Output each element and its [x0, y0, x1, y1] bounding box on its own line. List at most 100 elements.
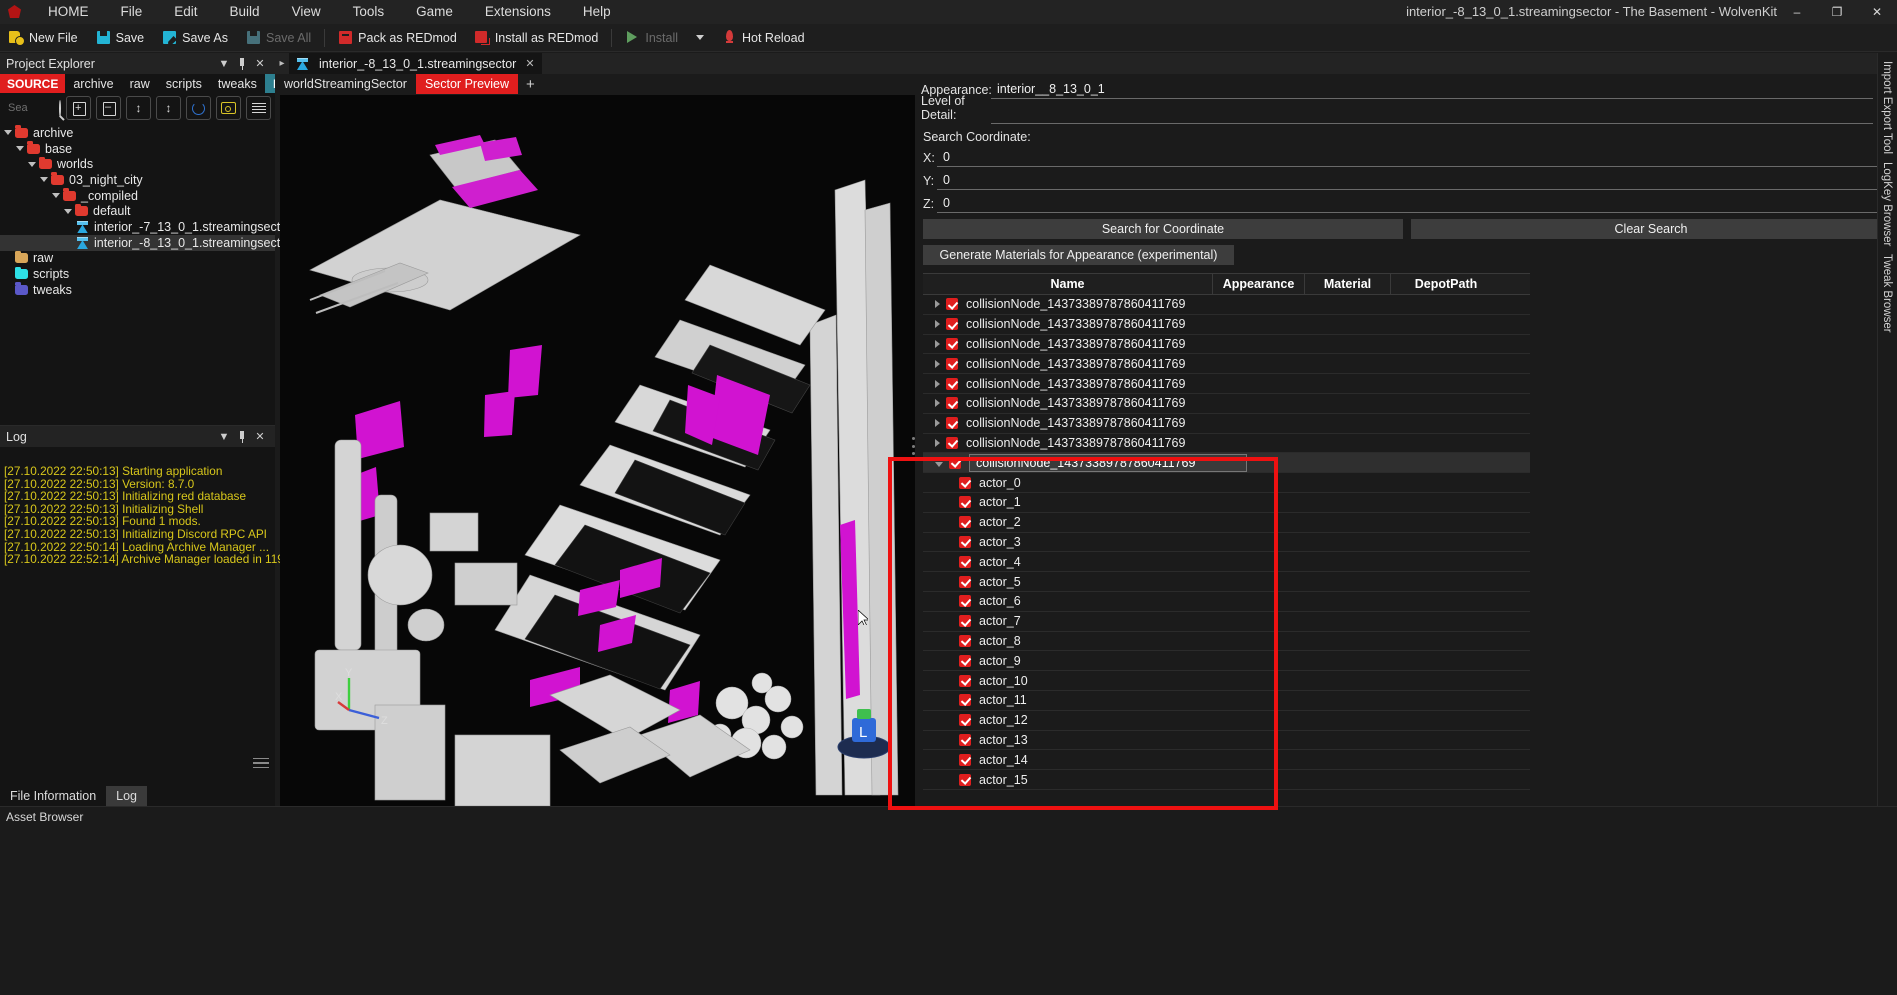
clear-search-button[interactable]: Clear Search [1411, 219, 1891, 239]
column-header-depotpath[interactable]: DepotPath [1391, 273, 1501, 295]
actor-row[interactable]: actor_5 [923, 572, 1530, 592]
maximize-icon[interactable]: ❐ [1817, 0, 1857, 24]
expand-chevron-icon[interactable] [52, 193, 60, 199]
chevron-right-icon[interactable] [935, 379, 940, 388]
dock-item-import-export-tool[interactable]: Import Export Tool [1881, 61, 1893, 154]
sort-descending-button[interactable]: ↕ [156, 96, 181, 120]
panel-menu-chevron-icon[interactable]: ▼ [215, 55, 233, 73]
actor-row[interactable]: actor_15 [923, 770, 1530, 790]
tab-scroll-left-icon[interactable]: ▸ [275, 58, 289, 69]
collision-node-row[interactable]: collisionNode_14373389787860411769 [923, 315, 1530, 335]
node-checkbox[interactable] [959, 714, 971, 727]
search-for-coordinate-button[interactable]: Search for Coordinate [923, 219, 1403, 239]
collapse-all-button[interactable] [96, 96, 121, 120]
node-checkbox[interactable] [959, 654, 971, 667]
generate-materials-button[interactable]: Generate Materials for Appearance (exper… [923, 245, 1234, 265]
column-header-appearance[interactable]: Appearance [1213, 273, 1305, 295]
column-header-name[interactable]: Name [923, 273, 1213, 295]
menu-item-home[interactable]: HOME [32, 0, 105, 24]
tab-archive[interactable]: archive [65, 74, 121, 93]
add-tab-button[interactable]: + [518, 74, 543, 94]
node-name-input[interactable]: collisionNode_14373389787860411769 [969, 453, 1247, 472]
node-checkbox[interactable] [946, 318, 958, 331]
chevron-down-icon[interactable] [935, 461, 943, 467]
tree-item[interactable]: tweaks [0, 282, 275, 298]
close-icon[interactable]: ✕ [1857, 0, 1897, 24]
actor-row[interactable]: actor_6 [923, 592, 1530, 612]
tab-sector-preview[interactable]: Sector Preview [415, 74, 519, 94]
tab-scripts[interactable]: scripts [158, 74, 210, 93]
node-checkbox[interactable] [959, 476, 971, 489]
splitter-grip-icon[interactable] [912, 437, 917, 455]
actor-row[interactable]: actor_14 [923, 750, 1530, 771]
node-checkbox[interactable] [959, 516, 971, 529]
refresh-button[interactable] [186, 96, 211, 120]
pack-as-redmod-button[interactable]: Pack as REDmod [329, 24, 466, 52]
actor-row[interactable]: actor_0 [923, 473, 1530, 493]
node-checkbox[interactable] [946, 357, 958, 370]
node-checkbox[interactable] [949, 456, 961, 469]
menu-item-view[interactable]: View [276, 0, 337, 24]
node-checkbox[interactable] [959, 595, 971, 608]
chevron-right-icon[interactable] [935, 399, 940, 408]
tree-item[interactable]: raw [0, 250, 275, 267]
node-checkbox[interactable] [946, 377, 958, 390]
node-checkbox[interactable] [959, 753, 971, 766]
actor-row[interactable]: actor_13 [923, 731, 1530, 751]
tree-item[interactable]: default [0, 203, 275, 219]
menu-item-game[interactable]: Game [400, 0, 469, 24]
node-checkbox[interactable] [946, 397, 958, 410]
node-checkbox[interactable] [946, 298, 958, 311]
actor-row[interactable]: actor_4 [923, 552, 1530, 573]
expand-all-button[interactable] [66, 96, 91, 120]
collision-node-row[interactable]: collisionNode_14373389787860411769 [923, 295, 1530, 315]
coordinate-x-input[interactable]: 0 [937, 150, 1891, 167]
node-checkbox[interactable] [959, 773, 971, 786]
actor-row[interactable]: actor_2 [923, 513, 1530, 533]
collision-node-row[interactable]: collisionNode_14373389787860411769 [923, 434, 1530, 454]
expand-chevron-icon[interactable] [64, 208, 72, 214]
install-as-redmod-button[interactable]: Install as REDmod [466, 24, 608, 52]
node-checkbox[interactable] [959, 496, 971, 509]
node-checkbox[interactable] [959, 555, 971, 568]
expand-chevron-icon[interactable] [16, 146, 24, 152]
log-menu-chevron-icon[interactable]: ▼ [215, 428, 233, 446]
actor-row[interactable]: actor_1 [923, 493, 1530, 513]
node-checkbox[interactable] [946, 337, 958, 350]
collision-node-row[interactable]: collisionNode_14373389787860411769 [923, 453, 1530, 474]
menu-bar[interactable]: HOME File Edit Build View Tools Game Ext… [32, 0, 627, 24]
node-checkbox[interactable] [959, 634, 971, 647]
node-checkbox[interactable] [959, 674, 971, 687]
menu-item-file[interactable]: File [105, 0, 159, 24]
actor-row[interactable]: actor_11 [923, 691, 1530, 711]
collision-node-row[interactable]: collisionNode_14373389787860411769 [923, 354, 1530, 375]
chevron-right-icon[interactable] [935, 419, 940, 428]
collision-node-row[interactable]: collisionNode_14373389787860411769 [923, 374, 1530, 394]
tab-file-information[interactable]: File Information [0, 786, 106, 806]
expand-chevron-icon[interactable] [4, 130, 12, 136]
tab-tweaks[interactable]: tweaks [210, 74, 265, 93]
chevron-right-icon[interactable] [935, 300, 940, 309]
log-pin-icon[interactable] [233, 428, 251, 446]
tree-item[interactable]: interior_-8_13_0_1.streamingsector [0, 234, 291, 251]
actor-row[interactable]: actor_10 [923, 671, 1530, 691]
node-checkbox[interactable] [959, 694, 971, 707]
actor-row[interactable]: actor_12 [923, 711, 1530, 731]
resize-handle-icon[interactable] [253, 758, 269, 768]
chevron-right-icon[interactable] [935, 359, 940, 368]
column-header-material[interactable]: Material [1305, 273, 1391, 295]
node-checkbox[interactable] [946, 436, 958, 449]
lod-value[interactable] [991, 121, 1873, 124]
menu-item-help[interactable]: Help [567, 0, 627, 24]
collision-node-row[interactable]: collisionNode_14373389787860411769 [923, 335, 1530, 355]
3d-viewport[interactable]: Y Z X L [280, 95, 915, 806]
tree-item[interactable]: base [0, 141, 275, 157]
node-checkbox[interactable] [959, 733, 971, 746]
actor-row[interactable]: actor_9 [923, 651, 1530, 672]
hot-reload-button[interactable]: Hot Reload [713, 24, 814, 52]
tree-item[interactable]: worlds [0, 156, 275, 172]
save-button[interactable]: Save [87, 24, 154, 52]
minimize-icon[interactable]: – [1777, 0, 1817, 24]
search-input[interactable]: Sea [4, 102, 54, 114]
actor-row[interactable]: actor_7 [923, 612, 1530, 632]
